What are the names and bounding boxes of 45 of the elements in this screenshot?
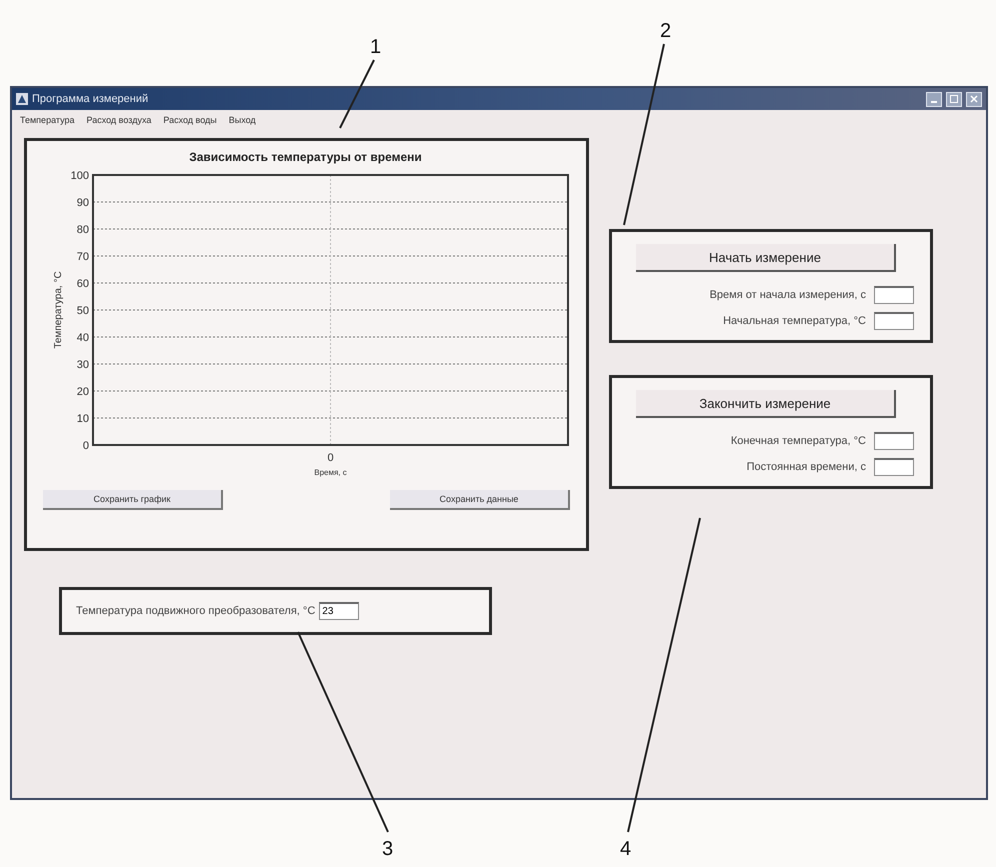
save-button[interactable]: Сохранить график bbox=[43, 490, 223, 510]
input-field[interactable]: 23 bbox=[319, 602, 360, 620]
y-tick-label: 10 bbox=[76, 413, 89, 425]
menu-item[interactable]: Расход воды bbox=[163, 115, 217, 125]
x-axis-label: Время, с bbox=[314, 468, 347, 477]
y-tick-label: 20 bbox=[76, 386, 89, 398]
y-tick-label: 60 bbox=[76, 278, 89, 290]
field-label: Конечная температура, °C bbox=[730, 435, 866, 447]
y-tick-label: 90 bbox=[76, 197, 89, 209]
menu-item[interactable]: Температура bbox=[20, 115, 75, 125]
leader-line bbox=[339, 60, 375, 128]
field-label: Постоянная времени, с bbox=[746, 461, 866, 473]
field-label: Начальная температура, °C bbox=[723, 315, 866, 327]
y-tick-label: 100 bbox=[70, 170, 89, 182]
y-tick-label: 30 bbox=[76, 359, 89, 371]
callout-number: 2 bbox=[660, 20, 672, 43]
y-tick-label: 50 bbox=[76, 305, 89, 317]
field-label: Температура подвижного преобразователя, °C bbox=[76, 605, 316, 617]
save-button[interactable]: Сохранить данные bbox=[390, 490, 570, 510]
close-button[interactable] bbox=[966, 92, 982, 106]
chart-title: Зависимость температуры от времени bbox=[189, 150, 422, 164]
y-tick-label: 0 bbox=[82, 440, 89, 452]
minimize-button[interactable] bbox=[926, 92, 942, 106]
y-tick-label: 70 bbox=[76, 251, 89, 263]
callout-number: 1 bbox=[370, 36, 382, 59]
start-button[interactable]: Начать измерение bbox=[636, 244, 896, 272]
input-field[interactable] bbox=[874, 286, 914, 304]
y-tick-label: 80 bbox=[76, 224, 89, 236]
maximize-icon bbox=[950, 95, 958, 103]
callout-number: 3 bbox=[382, 838, 394, 861]
x-tick-label: 0 bbox=[327, 452, 334, 464]
field-label: Время от начала измерения, с bbox=[710, 289, 866, 301]
input-field[interactable] bbox=[874, 312, 914, 330]
input-field[interactable] bbox=[874, 458, 914, 476]
menu-item[interactable]: Выход bbox=[228, 115, 256, 125]
input-field[interactable] bbox=[874, 432, 914, 450]
y-axis-label: Температура, °C bbox=[53, 271, 64, 349]
callout-number: 4 bbox=[620, 838, 632, 861]
stop-button[interactable]: Закончить измерение bbox=[636, 390, 896, 418]
app-icon bbox=[16, 93, 28, 105]
maximize-button[interactable] bbox=[946, 92, 962, 106]
menu-item[interactable]: Расход воздуха bbox=[86, 115, 152, 125]
close-icon bbox=[970, 95, 978, 103]
window-title: Программа измерений bbox=[32, 93, 150, 105]
y-tick-label: 40 bbox=[76, 332, 89, 344]
